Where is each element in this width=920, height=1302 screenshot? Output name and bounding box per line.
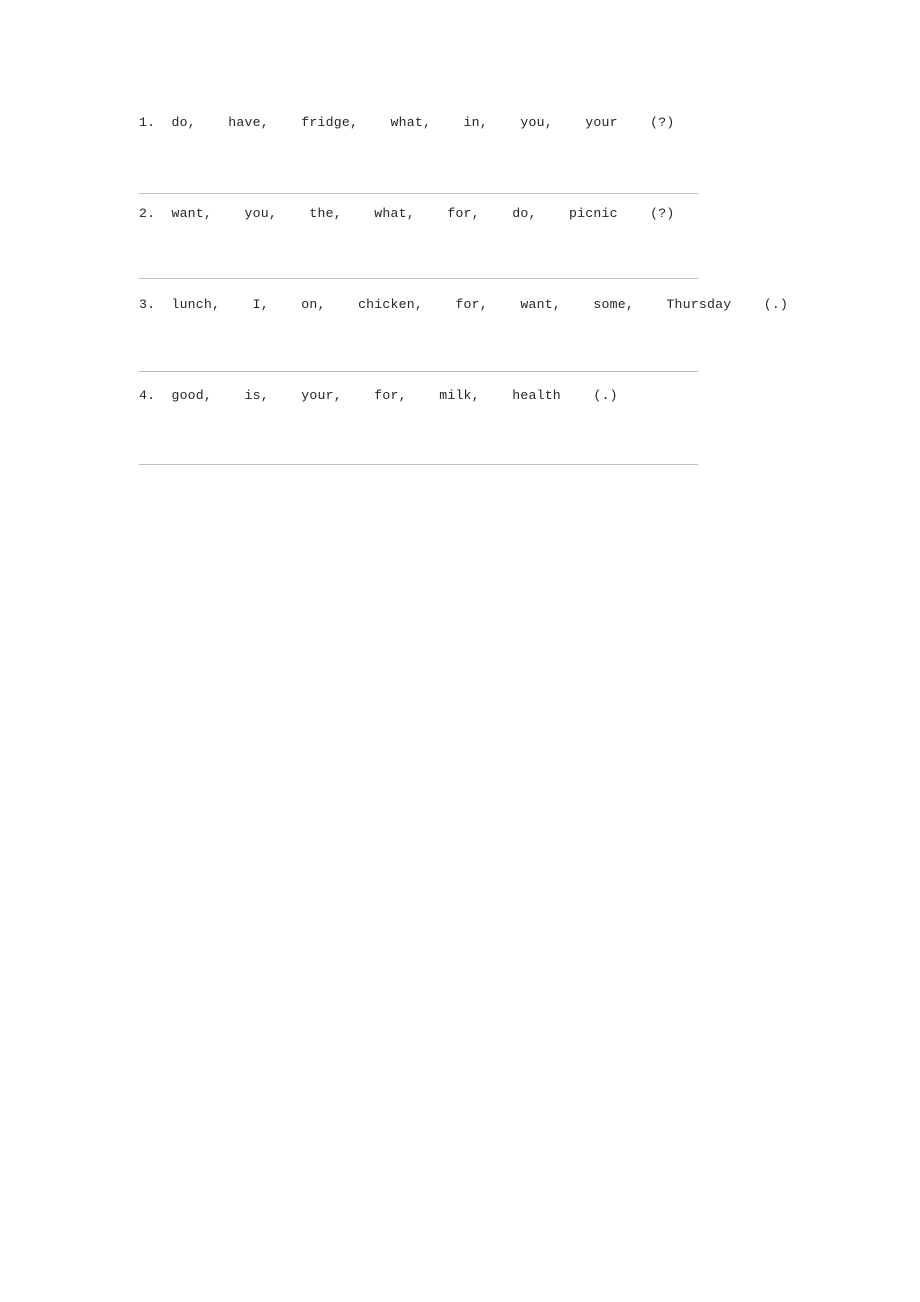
- exercise-item: 4. good, is, your, for, milk, health (.): [139, 386, 839, 465]
- scrambled-words-prompt: 2. want, you, the, what, for, do, picnic…: [139, 206, 675, 221]
- exercise-item: 3. lunch, I, on, chicken, for, want, som…: [139, 295, 839, 372]
- scrambled-words-prompt: 4. good, is, your, for, milk, health (.): [139, 388, 618, 403]
- exercise-item: 1. do, have, fridge, what, in, you, your…: [139, 113, 839, 194]
- answer-rule[interactable]: [139, 464, 698, 465]
- answer-rule[interactable]: [139, 193, 698, 194]
- worksheet-page: 1. do, have, fridge, what, in, you, your…: [0, 0, 920, 1302]
- exercise-item: 2. want, you, the, what, for, do, picnic…: [139, 204, 839, 279]
- answer-rule[interactable]: [139, 371, 698, 372]
- scrambled-words-prompt: 3. lunch, I, on, chicken, for, want, som…: [139, 297, 789, 312]
- answer-rule[interactable]: [139, 278, 698, 279]
- scrambled-words-prompt: 1. do, have, fridge, what, in, you, your…: [139, 115, 675, 130]
